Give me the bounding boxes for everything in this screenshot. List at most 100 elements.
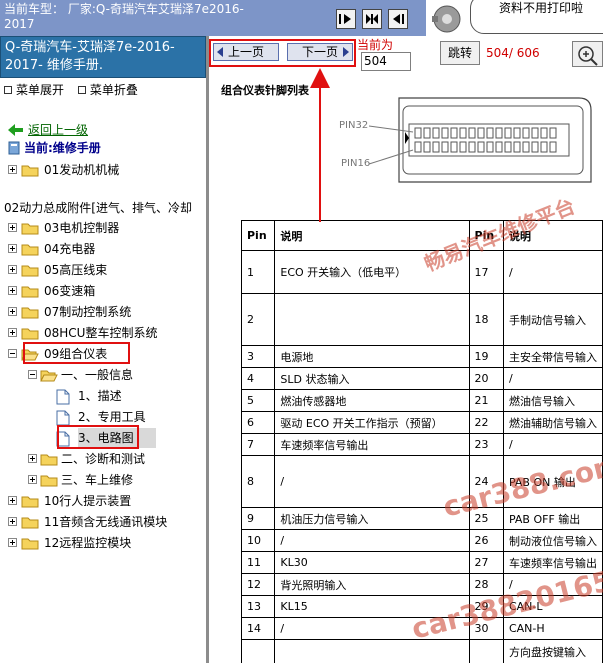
desc-cell: 制动液位信号输入: [502, 529, 603, 552]
expand-toggle-icon[interactable]: [8, 244, 17, 253]
tree-item-label: 1、描述: [78, 389, 122, 403]
tree-item-label: 三、车上维修: [61, 473, 134, 487]
back-link[interactable]: 返回上一级: [28, 120, 88, 140]
desc-cell: SLD 状态输入: [274, 367, 470, 390]
folder-icon: [21, 265, 39, 277]
desc-cell: /: [274, 455, 470, 508]
pin-cell: 23: [468, 433, 504, 456]
desc-cell: KL15: [274, 595, 470, 618]
pin-cell: 17: [468, 250, 504, 294]
table-row: 方向盘按键输入: [240, 639, 603, 663]
desc-cell: PAB OFF 输出: [502, 507, 603, 530]
collapse-toggle-icon[interactable]: [8, 349, 17, 358]
pin-cell: 26: [468, 529, 504, 552]
connector-diagram-icon: PIN32 PIN16: [339, 97, 592, 183]
expand-toggle-icon[interactable]: [8, 517, 17, 526]
highlight-circuit: [57, 425, 139, 449]
zoom-in-icon: [578, 46, 598, 66]
prev-frame-button[interactable]: [388, 9, 408, 29]
desc-cell: 燃油传感器地: [274, 389, 470, 412]
pin-cell: 19: [468, 345, 504, 368]
expand-toggle-icon[interactable]: [8, 286, 17, 295]
desc-cell: /: [502, 573, 603, 596]
tree-item-label: 12远程监控模块: [44, 536, 132, 550]
desc-cell: 车速频率信号输出: [274, 433, 470, 456]
desc-cell: 电源地: [274, 345, 470, 368]
tree-item-label: 二、诊断和测试: [61, 452, 146, 466]
current-page-label: 当前为: [357, 38, 394, 52]
pin-cell: 27: [468, 551, 504, 574]
pin-cell: 24: [468, 455, 504, 508]
desc-cell: 方向盘按键输入: [502, 639, 603, 663]
prev-page-button[interactable]: 上一页: [213, 43, 279, 61]
folder-open-icon: [40, 370, 58, 382]
desc-cell: KL30: [274, 551, 470, 574]
pin-cell: 2: [240, 293, 276, 346]
pin-cell: 25: [468, 507, 504, 530]
collapse-icon: [77, 86, 86, 94]
tree-item-label: 02动力总成附件[进气、排气、冷却: [4, 201, 192, 215]
col-pin-header: Pin: [240, 220, 276, 251]
table-row: 5 燃油传感器地 21 燃油信号输入: [240, 389, 603, 412]
expand-toggle-icon[interactable]: [8, 223, 17, 232]
table-row: 13 KL15 29 CAN-L: [240, 595, 603, 618]
highlight-09: [23, 342, 130, 364]
tree-item-label: 07制动控制系统: [44, 305, 132, 319]
expand-toggle-icon[interactable]: [8, 307, 17, 316]
tree-item-label: 08HCU整车控制系统: [44, 326, 158, 340]
banner-text: 资料不用打印啦: [499, 1, 584, 15]
document-icon: [56, 410, 70, 426]
tree-item-label: 10行人提示装置: [44, 494, 132, 508]
back-arrow-icon: [8, 124, 23, 136]
pin-cell: 9: [240, 507, 276, 530]
desc-cell: /: [502, 367, 603, 390]
table-row: 10/26 制动液位信号输入: [240, 529, 603, 552]
banner-bubble: 资料不用打印啦: [470, 0, 603, 34]
split-frame-button[interactable]: [362, 9, 382, 29]
expand-toggle-icon[interactable]: [8, 328, 17, 337]
table-row: 1 ECO 开关输入（低电平） 17/: [240, 250, 603, 294]
pin-cell: 6: [240, 411, 276, 434]
folder-icon: [21, 538, 39, 550]
folder-icon: [21, 328, 39, 340]
folder-icon: [21, 496, 39, 508]
pin-cell: 28: [468, 573, 504, 596]
pin-cell: 21: [468, 389, 504, 412]
mascot-icon: [432, 5, 461, 33]
pin-cell: 18: [468, 293, 504, 346]
expand-toggle-icon[interactable]: [28, 454, 37, 463]
pin-cell: 10: [240, 529, 276, 552]
pin-cell: 5: [240, 389, 276, 412]
zoom-button[interactable]: [572, 41, 603, 67]
tree-item-label: 一、一般信息: [61, 368, 134, 382]
folder-icon: [21, 307, 39, 319]
book-icon: [8, 141, 20, 155]
expand-icon: [4, 86, 12, 94]
expand-toggle-icon[interactable]: [8, 265, 17, 274]
expand-toggle-icon[interactable]: [28, 475, 37, 484]
menu-expand-button[interactable]: 菜单展开: [16, 83, 64, 97]
pin-cell: 14: [240, 617, 276, 640]
expand-toggle-icon[interactable]: [8, 165, 17, 174]
right-triangle-icon: [343, 47, 349, 57]
page-number-input[interactable]: 504: [361, 52, 411, 71]
pin-cell: 8: [240, 455, 276, 508]
table-row: 12 背光照明输入 28/: [240, 573, 603, 596]
desc-cell: 车速频率信号输出: [502, 551, 603, 574]
pin-cell: 12: [240, 573, 276, 596]
menu-collapse-button[interactable]: 菜单折叠: [90, 83, 138, 97]
desc-cell: /: [502, 433, 603, 456]
desc-cell: 机油压力信号输入: [274, 507, 470, 530]
expand-toggle-icon[interactable]: [8, 538, 17, 547]
desc-cell: 燃油信号输入: [502, 389, 603, 412]
jump-button[interactable]: 跳转: [440, 41, 480, 65]
pin-cell: 22: [468, 411, 504, 434]
table-row: 9 机油压力信号输入 25 PAB OFF 输出: [240, 507, 603, 530]
desc-cell: CAN-L: [502, 595, 603, 618]
next-page-button[interactable]: 下一页: [287, 43, 353, 61]
prev-page-label: 上一页: [227, 45, 264, 59]
expand-toggle-icon[interactable]: [8, 496, 17, 505]
folder-icon: [21, 286, 39, 298]
collapse-toggle-icon[interactable]: [28, 370, 37, 379]
next-frame-button[interactable]: [336, 9, 356, 29]
